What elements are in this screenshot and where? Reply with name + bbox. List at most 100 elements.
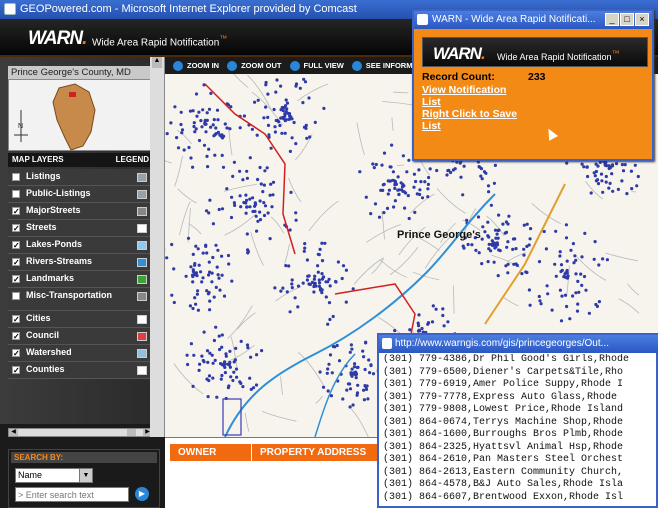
layer-checkbox[interactable] <box>12 292 20 300</box>
notification-point <box>494 236 498 240</box>
layer-checkbox[interactable]: ✓ <box>12 349 20 358</box>
save-list-link[interactable]: List <box>422 120 441 132</box>
layer-row[interactable]: Misc-Transportation <box>8 288 153 311</box>
minimize-icon[interactable]: _ <box>605 13 619 26</box>
close-icon[interactable]: × <box>635 13 649 26</box>
notification-point <box>205 349 210 353</box>
layer-checkbox[interactable]: ✓ <box>12 241 20 250</box>
overview-minimap[interactable]: N <box>8 79 153 151</box>
layer-row[interactable]: ✓ Watershed <box>8 345 153 362</box>
notification-point <box>344 300 348 304</box>
county-label: Prince George's County, MD <box>8 66 153 79</box>
notification-point <box>418 192 422 197</box>
layer-row[interactable]: ✓ Streets <box>8 220 153 237</box>
zoom-in-button[interactable]: ZOOM IN <box>173 60 219 71</box>
notification-point <box>197 110 201 114</box>
search-go-icon[interactable]: ▶ <box>135 487 149 501</box>
map-vscrollbar[interactable]: ▲ <box>150 57 165 437</box>
column-property-address[interactable]: PROPERTY ADDRESS <box>252 444 384 461</box>
full-view-button[interactable]: FULL VIEW <box>289 60 344 71</box>
layer-row[interactable]: ✓ Cities <box>8 311 153 328</box>
notification-point <box>550 308 554 312</box>
notification-point <box>462 164 466 168</box>
notification-point <box>369 363 373 367</box>
notification-point <box>402 184 406 188</box>
layer-checkbox[interactable]: ✓ <box>12 315 20 324</box>
zoom-out-button[interactable]: ZOOM OUT <box>227 60 282 71</box>
notification-point <box>546 292 550 296</box>
notification-point <box>423 180 427 184</box>
notification-point <box>304 126 308 130</box>
notification-point <box>175 136 179 140</box>
layer-row[interactable]: ✓ Landmarks <box>8 271 153 288</box>
scroll-up-icon[interactable]: ▲ <box>152 57 162 68</box>
search-field-select[interactable]: Name ▼ <box>15 468 93 483</box>
search-input[interactable] <box>15 487 129 502</box>
notification-point <box>462 246 466 250</box>
notification-point <box>585 165 589 169</box>
notification-point <box>305 258 309 262</box>
layer-checkbox[interactable]: ✓ <box>12 275 20 284</box>
notification-point <box>264 105 268 109</box>
right-click-save-link[interactable]: Right Click to Save <box>422 108 517 120</box>
notification-point <box>344 268 348 272</box>
layer-checkbox[interactable]: ✓ <box>12 207 20 216</box>
scroll-thumb[interactable] <box>127 429 136 436</box>
notification-point <box>620 163 624 167</box>
layer-row[interactable]: Listings <box>8 169 153 186</box>
notification-point <box>200 125 204 129</box>
notification-point <box>372 166 376 170</box>
legend-swatch <box>137 332 147 341</box>
notification-point <box>200 354 204 358</box>
notification-point <box>246 346 250 350</box>
column-owner[interactable]: OWNER <box>170 444 252 461</box>
notification-point <box>191 252 195 256</box>
see-info-button[interactable]: SEE INFORMA <box>351 60 418 71</box>
layer-checkbox[interactable]: ✓ <box>12 224 20 233</box>
layer-checkbox[interactable]: ✓ <box>12 258 20 267</box>
notification-point <box>165 132 169 136</box>
notification-point <box>189 342 193 346</box>
notification-point <box>232 370 236 374</box>
notification-point <box>565 259 569 263</box>
ie-window-icon <box>4 3 16 15</box>
notification-point <box>635 184 639 188</box>
notification-point <box>312 290 316 294</box>
layer-checkbox[interactable] <box>12 173 20 181</box>
layer-row[interactable]: ✓ Rivers-Streams <box>8 254 153 271</box>
notification-point <box>582 274 587 279</box>
notification-point <box>256 98 260 102</box>
list-link[interactable]: List <box>422 96 441 108</box>
notification-point <box>230 279 234 283</box>
notification-point <box>494 241 498 245</box>
chevron-down-icon[interactable]: ▼ <box>79 469 92 482</box>
notification-point <box>441 313 445 318</box>
scroll-left-icon[interactable]: ◀ <box>9 429 18 436</box>
ie-window-icon <box>417 14 428 25</box>
notification-point <box>227 262 231 266</box>
notification-point <box>616 187 620 191</box>
layer-checkbox[interactable]: ✓ <box>12 366 20 375</box>
layer-row[interactable]: ✓ MajorStreets <box>8 203 153 220</box>
notification-point <box>368 371 372 375</box>
notification-point <box>598 160 602 164</box>
notification-point <box>449 170 453 175</box>
layer-row[interactable]: ✓ Lakes-Ponds <box>8 237 153 254</box>
layer-row[interactable]: ✓ Counties <box>8 362 153 379</box>
layer-checkbox[interactable]: ✓ <box>12 332 20 341</box>
layer-label: Counties <box>26 364 65 374</box>
left-panel-hscrollbar[interactable]: ◀ ▶ <box>8 428 153 437</box>
notification-point <box>493 163 497 167</box>
layer-row[interactable]: Public-Listings <box>8 186 153 203</box>
notification-point <box>334 280 338 284</box>
notification-point <box>340 276 344 281</box>
layer-row[interactable]: ✓ Council <box>8 328 153 345</box>
notification-point <box>507 214 511 218</box>
notification-point <box>445 173 449 177</box>
notification-point <box>197 368 201 372</box>
notification-point <box>169 121 173 125</box>
notification-point <box>235 375 239 379</box>
view-notification-link[interactable]: View Notification <box>422 84 506 96</box>
maximize-icon[interactable]: □ <box>620 13 634 26</box>
layer-checkbox[interactable] <box>12 190 20 198</box>
